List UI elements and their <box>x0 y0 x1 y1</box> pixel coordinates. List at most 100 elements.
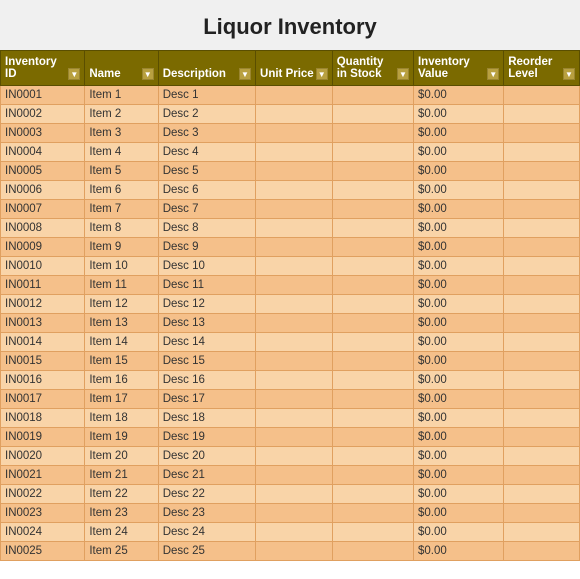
cell-inv_value[interactable]: $0.00 <box>413 257 503 276</box>
id-dropdown-icon[interactable]: ▼ <box>68 68 80 80</box>
cell-desc[interactable]: Desc 20 <box>158 447 255 466</box>
cell-desc[interactable]: Desc 24 <box>158 523 255 542</box>
cell-desc[interactable]: Desc 12 <box>158 295 255 314</box>
cell-reorder[interactable] <box>504 352 580 371</box>
cell-desc[interactable]: Desc 13 <box>158 314 255 333</box>
cell-name[interactable]: Item 9 <box>85 238 158 257</box>
table-row[interactable]: IN0002Item 2Desc 2$0.00 <box>1 105 580 124</box>
table-row[interactable]: IN0003Item 3Desc 3$0.00 <box>1 124 580 143</box>
cell-qty[interactable] <box>332 124 413 143</box>
cell-reorder[interactable] <box>504 295 580 314</box>
cell-desc[interactable]: Desc 19 <box>158 428 255 447</box>
table-row[interactable]: IN0025Item 25Desc 25$0.00 <box>1 542 580 561</box>
table-row[interactable]: IN0006Item 6Desc 6$0.00 <box>1 181 580 200</box>
cell-reorder[interactable] <box>504 105 580 124</box>
table-row[interactable]: IN0010Item 10Desc 10$0.00 <box>1 257 580 276</box>
cell-unit_price[interactable] <box>256 371 333 390</box>
cell-qty[interactable] <box>332 162 413 181</box>
cell-inv_value[interactable]: $0.00 <box>413 523 503 542</box>
cell-unit_price[interactable] <box>256 523 333 542</box>
cell-qty[interactable] <box>332 523 413 542</box>
cell-inv_value[interactable]: $0.00 <box>413 542 503 561</box>
cell-reorder[interactable] <box>504 390 580 409</box>
table-row[interactable]: IN0013Item 13Desc 13$0.00 <box>1 314 580 333</box>
cell-id[interactable]: IN0018 <box>1 409 85 428</box>
cell-inv_value[interactable]: $0.00 <box>413 428 503 447</box>
cell-id[interactable]: IN0012 <box>1 295 85 314</box>
cell-id[interactable]: IN0015 <box>1 352 85 371</box>
cell-unit_price[interactable] <box>256 542 333 561</box>
cell-id[interactable]: IN0017 <box>1 390 85 409</box>
cell-id[interactable]: IN0006 <box>1 181 85 200</box>
cell-reorder[interactable] <box>504 181 580 200</box>
table-row[interactable]: IN0005Item 5Desc 5$0.00 <box>1 162 580 181</box>
cell-name[interactable]: Item 22 <box>85 485 158 504</box>
cell-unit_price[interactable] <box>256 124 333 143</box>
cell-name[interactable]: Item 16 <box>85 371 158 390</box>
cell-desc[interactable]: Desc 17 <box>158 390 255 409</box>
cell-id[interactable]: IN0007 <box>1 200 85 219</box>
cell-reorder[interactable] <box>504 200 580 219</box>
cell-unit_price[interactable] <box>256 238 333 257</box>
cell-name[interactable]: Item 23 <box>85 504 158 523</box>
cell-id[interactable]: IN0009 <box>1 238 85 257</box>
cell-unit_price[interactable] <box>256 86 333 105</box>
table-row[interactable]: IN0007Item 7Desc 7$0.00 <box>1 200 580 219</box>
cell-qty[interactable] <box>332 219 413 238</box>
cell-inv_value[interactable]: $0.00 <box>413 485 503 504</box>
cell-inv_value[interactable]: $0.00 <box>413 333 503 352</box>
cell-name[interactable]: Item 19 <box>85 428 158 447</box>
cell-desc[interactable]: Desc 15 <box>158 352 255 371</box>
cell-qty[interactable] <box>332 390 413 409</box>
cell-desc[interactable]: Desc 6 <box>158 181 255 200</box>
qty-dropdown-icon[interactable]: ▼ <box>397 68 409 80</box>
cell-unit_price[interactable] <box>256 219 333 238</box>
cell-reorder[interactable] <box>504 428 580 447</box>
cell-reorder[interactable] <box>504 86 580 105</box>
cell-reorder[interactable] <box>504 257 580 276</box>
cell-desc[interactable]: Desc 22 <box>158 485 255 504</box>
table-row[interactable]: IN0011Item 11Desc 11$0.00 <box>1 276 580 295</box>
cell-desc[interactable]: Desc 5 <box>158 162 255 181</box>
cell-id[interactable]: IN0014 <box>1 333 85 352</box>
cell-id[interactable]: IN0016 <box>1 371 85 390</box>
cell-inv_value[interactable]: $0.00 <box>413 124 503 143</box>
cell-unit_price[interactable] <box>256 390 333 409</box>
table-row[interactable]: IN0017Item 17Desc 17$0.00 <box>1 390 580 409</box>
cell-name[interactable]: Item 2 <box>85 105 158 124</box>
table-row[interactable]: IN0001Item 1Desc 1$0.00 <box>1 86 580 105</box>
cell-reorder[interactable] <box>504 238 580 257</box>
cell-reorder[interactable] <box>504 219 580 238</box>
desc-dropdown-icon[interactable]: ▼ <box>239 68 251 80</box>
cell-unit_price[interactable] <box>256 466 333 485</box>
cell-desc[interactable]: Desc 23 <box>158 504 255 523</box>
cell-desc[interactable]: Desc 9 <box>158 238 255 257</box>
cell-inv_value[interactable]: $0.00 <box>413 238 503 257</box>
cell-qty[interactable] <box>332 86 413 105</box>
cell-name[interactable]: Item 13 <box>85 314 158 333</box>
cell-desc[interactable]: Desc 11 <box>158 276 255 295</box>
cell-inv_value[interactable]: $0.00 <box>413 162 503 181</box>
cell-id[interactable]: IN0003 <box>1 124 85 143</box>
cell-name[interactable]: Item 20 <box>85 447 158 466</box>
cell-id[interactable]: IN0004 <box>1 143 85 162</box>
table-row[interactable]: IN0014Item 14Desc 14$0.00 <box>1 333 580 352</box>
cell-desc[interactable]: Desc 14 <box>158 333 255 352</box>
cell-inv_value[interactable]: $0.00 <box>413 219 503 238</box>
cell-unit_price[interactable] <box>256 181 333 200</box>
cell-reorder[interactable] <box>504 504 580 523</box>
cell-qty[interactable] <box>332 504 413 523</box>
cell-qty[interactable] <box>332 485 413 504</box>
cell-inv_value[interactable]: $0.00 <box>413 143 503 162</box>
cell-name[interactable]: Item 5 <box>85 162 158 181</box>
table-row[interactable]: IN0008Item 8Desc 8$0.00 <box>1 219 580 238</box>
cell-id[interactable]: IN0020 <box>1 447 85 466</box>
cell-unit_price[interactable] <box>256 504 333 523</box>
table-row[interactable]: IN0009Item 9Desc 9 $0.00 <box>1 238 580 257</box>
cell-qty[interactable] <box>332 276 413 295</box>
cell-unit_price[interactable] <box>256 352 333 371</box>
cell-id[interactable]: IN0010 <box>1 257 85 276</box>
cell-qty[interactable] <box>332 200 413 219</box>
cell-unit_price[interactable] <box>256 314 333 333</box>
cell-inv_value[interactable]: $0.00 <box>413 295 503 314</box>
